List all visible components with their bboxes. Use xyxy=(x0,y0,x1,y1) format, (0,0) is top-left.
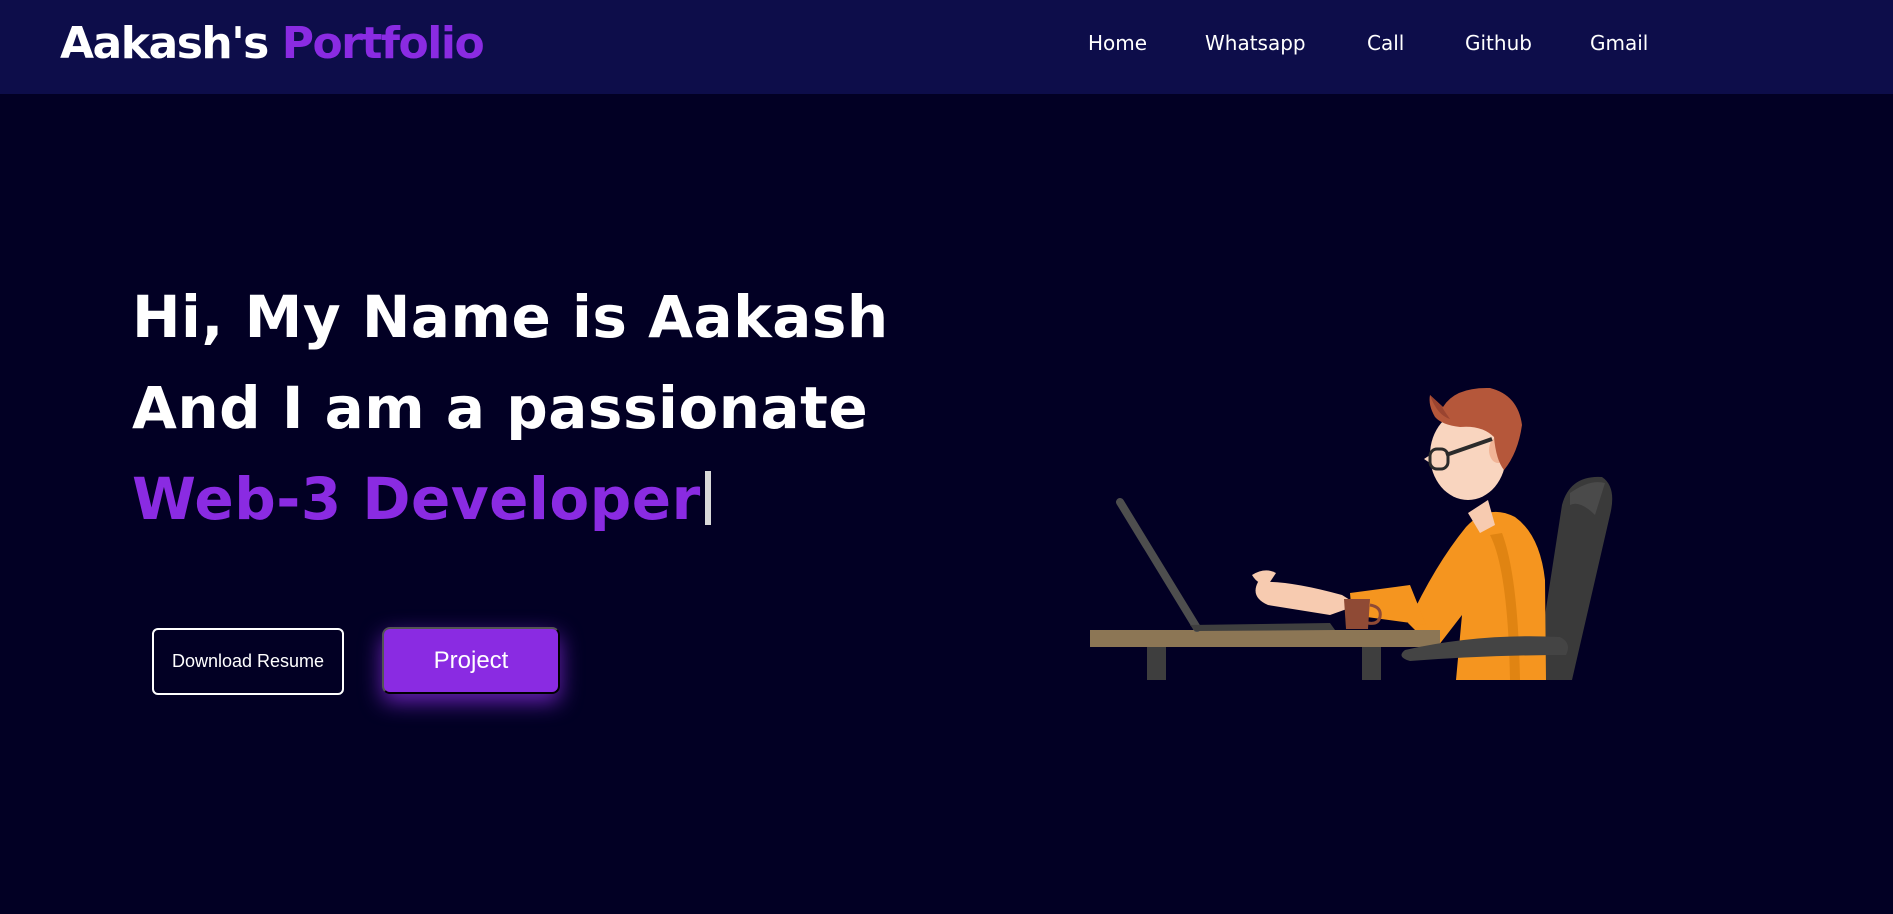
hero-text: Hi, My Name is Aakash And I am a passion… xyxy=(132,272,889,545)
project-button[interactable]: Project xyxy=(382,627,560,694)
hero-greeting: Hi, My Name is Aakash xyxy=(132,283,889,351)
nav-github-link[interactable]: Github xyxy=(1465,30,1532,56)
hero-role-line: Web-3 Developer xyxy=(132,454,889,545)
hero-intro: And I am a passionate xyxy=(132,374,869,442)
nav-home-link[interactable]: Home xyxy=(1088,30,1147,56)
hero-role: Web-3 Developer xyxy=(132,465,701,533)
download-resume-button[interactable]: Download Resume xyxy=(152,628,344,695)
logo-name: Aakash's xyxy=(60,18,269,69)
typing-cursor xyxy=(704,471,711,525)
developer-at-laptop-illustration xyxy=(1090,387,1613,680)
site-logo[interactable]: Aakash's Portfolio xyxy=(60,18,485,70)
nav-gmail-link[interactable]: Gmail xyxy=(1590,30,1648,56)
logo-accent-word: Portfolio xyxy=(281,18,485,69)
navbar: Aakash's Portfolio Home Whatsapp Call Gi… xyxy=(0,0,1893,94)
nav-whatsapp-link[interactable]: Whatsapp xyxy=(1205,30,1306,56)
nav-call-link[interactable]: Call xyxy=(1367,30,1404,56)
